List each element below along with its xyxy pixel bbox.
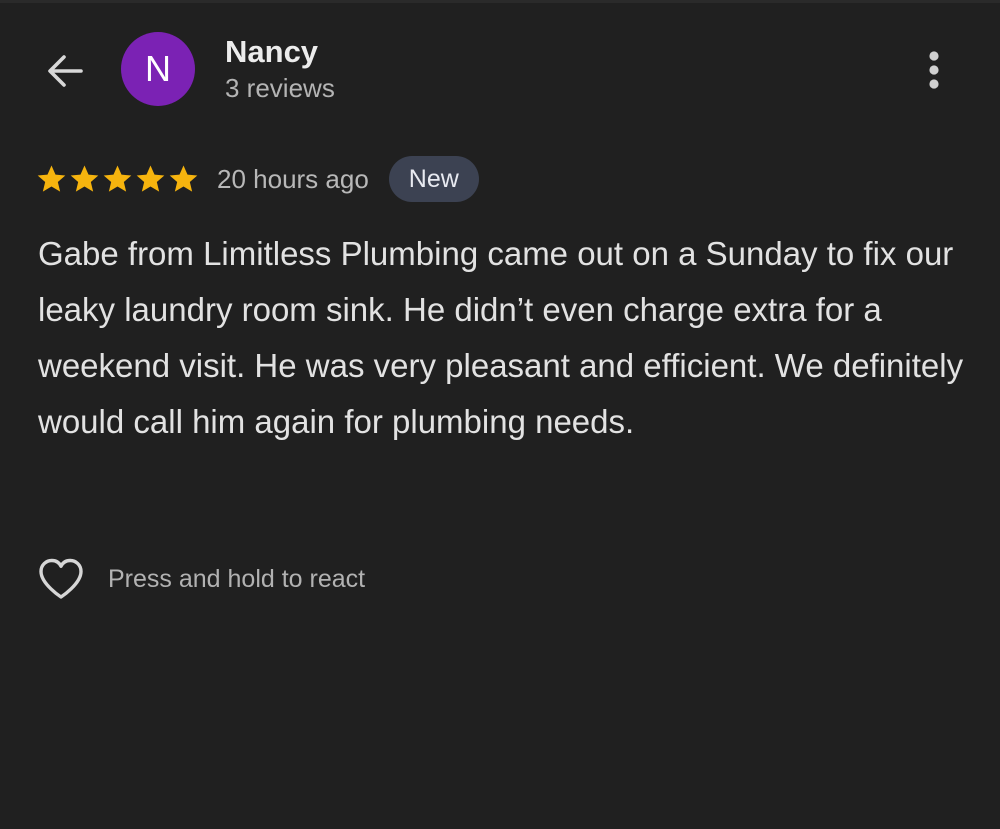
avatar-initial: N [145,48,171,89]
arrow-left-icon [48,55,83,87]
star-icon [169,165,198,192]
star-icon [103,165,132,192]
reviewer-name[interactable]: Nancy [225,34,318,70]
more-vertical-icon [929,51,939,89]
react-button[interactable] [36,554,86,604]
reviewer-review-count: 3 reviews [225,73,335,103]
star-icon [37,165,66,192]
review-meta-row: 20 hours ago New [36,156,479,202]
more-options-button[interactable] [912,44,956,96]
heart-outline-icon [39,558,83,599]
star-icon [70,165,99,192]
new-badge: New [388,156,479,202]
star-icon [136,165,165,192]
back-button[interactable] [38,44,92,98]
react-hint-text: Press and hold to react [108,565,366,593]
star-rating [36,164,199,195]
reaction-row: Press and hold to react [36,554,365,604]
review-header: N Nancy 3 reviews [0,0,1000,140]
review-timestamp: 20 hours ago [217,164,369,194]
avatar[interactable]: N [121,32,195,106]
review-body: Gabe from Limitless Plumbing came out on… [38,235,964,440]
